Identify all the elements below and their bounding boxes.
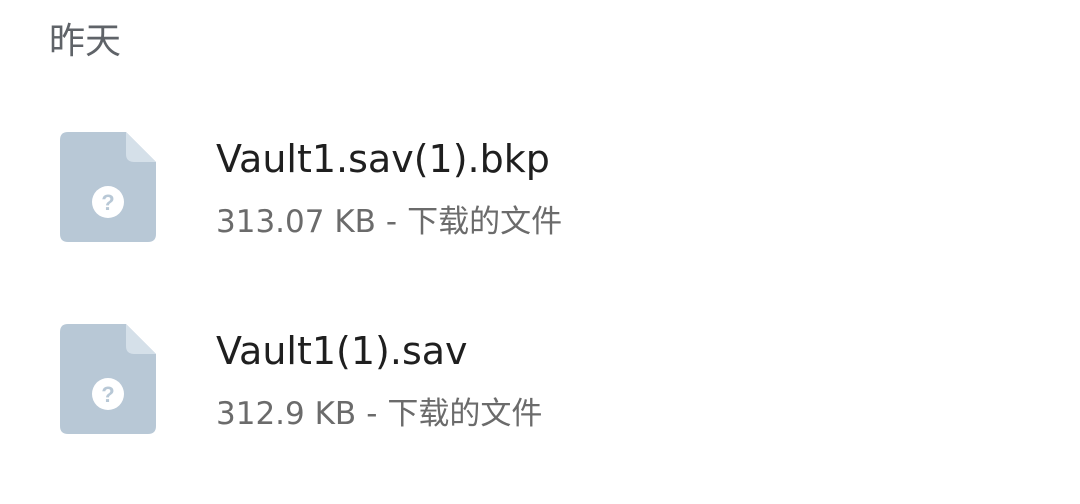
- file-list-item[interactable]: ? Vault1(1).sav 312.9 KB - 下载的文件: [0, 310, 1080, 460]
- file-source: 下载的文件: [407, 204, 563, 240]
- file-size: 312.9 KB: [216, 396, 357, 432]
- file-name: Vault1(1).sav: [216, 329, 468, 373]
- svg-text:?: ?: [101, 382, 114, 407]
- unknown-file-icon: ?: [60, 324, 156, 434]
- file-details: 313.07 KB - 下载的文件: [216, 200, 562, 244]
- separator: -: [366, 396, 378, 432]
- file-size: 313.07 KB: [216, 204, 376, 240]
- separator: -: [385, 204, 398, 240]
- file-source: 下载的文件: [387, 396, 543, 432]
- svg-text:?: ?: [101, 190, 114, 215]
- unknown-file-icon: ?: [60, 132, 156, 242]
- file-name: Vault1.sav(1).bkp: [216, 137, 550, 181]
- file-details: 312.9 KB - 下载的文件: [216, 392, 542, 436]
- file-list-item[interactable]: ? Vault1.sav(1).bkp 313.07 KB - 下载的文件: [0, 118, 1080, 268]
- section-header-yesterday: 昨天: [49, 21, 122, 62]
